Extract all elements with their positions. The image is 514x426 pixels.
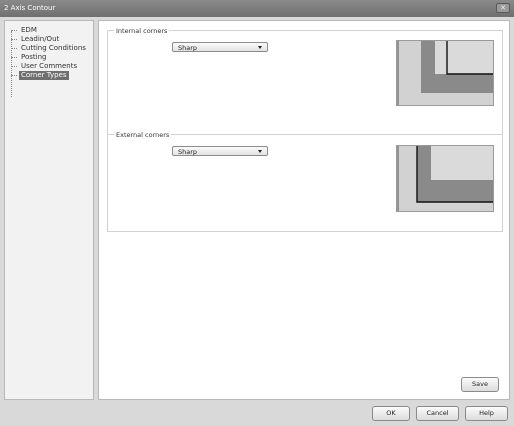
close-icon: ✕	[500, 4, 506, 12]
title-bar: 2 Axis Contour ✕	[0, 0, 514, 17]
external-corner-preview	[396, 145, 494, 212]
help-button[interactable]: Help	[465, 406, 508, 421]
internal-corners-value: Sharp	[178, 44, 198, 52]
close-button[interactable]: ✕	[496, 3, 510, 13]
tree-item-corner-types[interactable]: Corner Types	[11, 71, 69, 80]
internal-corners-group: Internal corners Sharp	[107, 27, 503, 135]
save-button[interactable]: Save	[461, 377, 499, 392]
internal-corners-select[interactable]: Sharp	[172, 42, 268, 52]
tree-item-user-comments[interactable]: User Comments	[10, 62, 79, 71]
internal-corner-preview	[396, 40, 494, 106]
external-corner-preview-icon	[397, 146, 493, 211]
main-panel: Internal corners Sharp External corners …	[98, 20, 510, 400]
settings-tree: EDM Leadin/Out Cutting Conditions Postin…	[4, 20, 94, 400]
internal-corners-title: Internal corners	[114, 27, 170, 35]
ok-button[interactable]: OK	[372, 406, 410, 421]
tree-item-edm[interactable]: EDM	[11, 26, 39, 35]
tree-item-posting[interactable]: Posting	[10, 53, 48, 62]
external-corners-group: External corners Sharp	[107, 131, 503, 232]
internal-corner-preview-icon	[397, 41, 493, 105]
chevron-down-icon	[258, 46, 262, 49]
tree-item-cutting-conditions[interactable]: Cutting Conditions	[11, 44, 88, 53]
window-title: 2 Axis Contour	[4, 4, 56, 12]
cancel-button[interactable]: Cancel	[416, 406, 459, 421]
external-corners-select[interactable]: Sharp	[172, 146, 268, 156]
tree-item-leadin-out[interactable]: Leadin/Out	[10, 35, 61, 44]
external-corners-title: External corners	[114, 131, 172, 139]
chevron-down-icon	[258, 150, 262, 153]
tree-connector-line	[11, 31, 12, 97]
external-corners-value: Sharp	[178, 148, 198, 156]
